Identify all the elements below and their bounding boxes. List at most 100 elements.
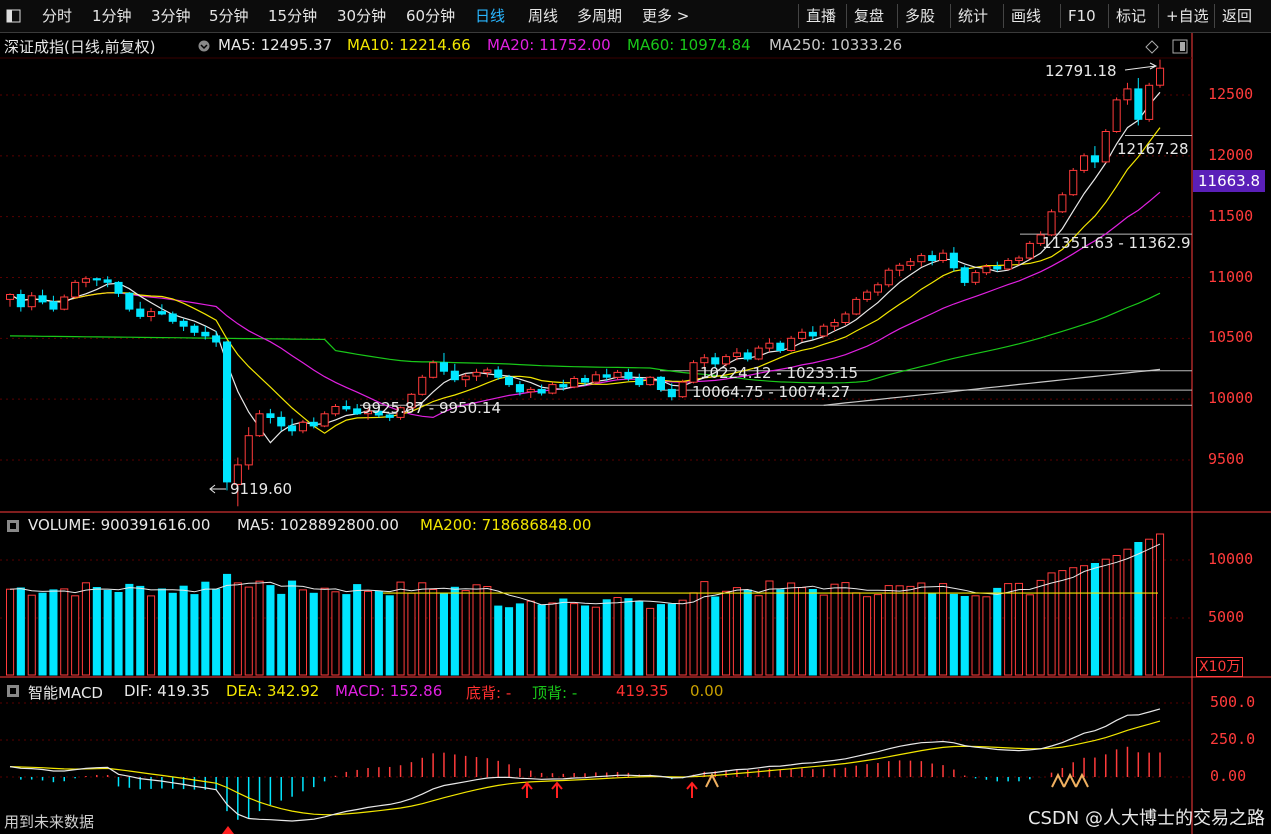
volume-bar <box>1014 582 1024 676</box>
volume-bar <box>798 587 807 676</box>
volume-bar <box>993 587 1002 676</box>
macd-tick-1: 250.0 <box>1210 730 1256 748</box>
candle <box>81 278 91 283</box>
macd-legend-item-6: 419.35 <box>616 682 669 700</box>
macd-legend-item-1: DIF: 419.35 <box>124 682 210 700</box>
volume-bar <box>27 594 36 676</box>
volume-bar <box>1004 583 1013 676</box>
volume-bar <box>635 600 644 676</box>
volume-bar <box>16 587 25 676</box>
price-annotation: 12167.28 <box>1117 140 1189 158</box>
candle <box>917 255 926 263</box>
volume-bar <box>1058 570 1067 676</box>
candle <box>1134 88 1143 120</box>
volume-bar <box>570 603 579 676</box>
candle <box>483 369 492 373</box>
candle <box>570 378 579 388</box>
volume-bar <box>581 605 590 676</box>
candle <box>1025 242 1034 259</box>
volume-bar <box>212 588 221 676</box>
volume-bar <box>982 596 991 676</box>
macd-legend-item-0: 智能MACD <box>28 684 103 702</box>
candle <box>971 272 980 283</box>
volume-bar <box>49 589 58 676</box>
volume-bar <box>472 584 481 676</box>
volume-bar <box>765 580 774 676</box>
candle <box>342 406 351 410</box>
volume-bar <box>320 587 329 676</box>
price-annotation: 9925.87 - 9950.14 <box>362 399 501 417</box>
watermark: CSDN @人大博士的交易之路 <box>1027 808 1265 829</box>
candle <box>92 278 101 281</box>
volume-bar <box>461 590 470 676</box>
candle <box>472 371 481 377</box>
volume-bar <box>114 592 123 676</box>
volume-bar <box>201 581 210 676</box>
volume-bar <box>136 585 145 676</box>
macd-legend-item-7: 0.00 <box>690 682 724 700</box>
candle <box>223 341 232 483</box>
bottom-signal-icon <box>222 826 234 834</box>
candle <box>591 374 600 383</box>
volume-bar <box>895 585 904 676</box>
vol-legend-item-2: MA200: 718686848.00 <box>420 516 592 534</box>
candle <box>722 356 731 365</box>
stock-chart: 12791.18 12167.28 11351.63 - 11362.9 10224.… <box>0 33 1271 834</box>
volume-unit: X10万 <box>1196 657 1244 677</box>
volume-bar <box>515 603 525 676</box>
candle <box>743 352 752 360</box>
candle <box>1004 260 1013 270</box>
price-tick-3: 11000 <box>1208 267 1254 286</box>
price-tick-2: 11500 <box>1208 206 1254 225</box>
volume-bar <box>374 590 383 676</box>
candle <box>1014 257 1024 261</box>
candle <box>190 325 199 333</box>
volume-bar <box>309 592 318 676</box>
volume-bar <box>439 592 448 676</box>
price-tick-0: 12500 <box>1208 85 1254 103</box>
vol-legend-item-0: VOLUME: 900391616.00 <box>28 516 211 534</box>
candle <box>939 252 948 261</box>
candle <box>157 311 166 315</box>
volume-bar <box>505 607 514 676</box>
candle <box>732 352 742 357</box>
volume-bar <box>92 587 101 676</box>
volume-bar <box>244 586 253 676</box>
candle <box>863 291 872 300</box>
volume-bar <box>298 589 307 676</box>
candle <box>808 331 817 337</box>
volume-bar <box>396 581 405 676</box>
candle <box>841 313 850 323</box>
candle <box>27 295 36 308</box>
volume-bar <box>1036 579 1045 676</box>
macd-legend-item-4: 底背: - <box>466 684 512 702</box>
volume-bar <box>157 588 166 676</box>
volume-bar <box>743 589 752 676</box>
volume-bar <box>754 595 763 676</box>
volume-bar <box>700 581 709 676</box>
price-tick-6: 9500 <box>1208 450 1245 468</box>
macd-panel-icon[interactable] <box>6 684 20 698</box>
volume-panel-icon[interactable] <box>6 519 20 533</box>
volume-bar <box>776 589 785 676</box>
price-annotation: 9119.60 <box>230 480 292 498</box>
candle <box>1047 211 1056 236</box>
volume-bar <box>385 595 394 676</box>
volume-bar <box>179 585 188 676</box>
candle <box>1058 194 1067 213</box>
candle <box>331 406 340 415</box>
volume-bar <box>1080 565 1089 676</box>
candle <box>646 376 655 386</box>
candle <box>16 294 25 308</box>
price-annotation: 10224.12 - 10233.15 <box>700 364 858 382</box>
candle <box>559 384 568 388</box>
candle <box>266 413 275 418</box>
candle <box>667 388 676 398</box>
price-tick-5: 10000 <box>1208 389 1254 408</box>
candle <box>298 421 307 432</box>
candle <box>537 388 546 394</box>
volume-bar <box>559 598 568 676</box>
volume-bar <box>960 596 969 676</box>
macd-tick-2: 0.00 <box>1210 767 1247 785</box>
macd-legend-item-3: MACD: 152.86 <box>335 682 443 700</box>
